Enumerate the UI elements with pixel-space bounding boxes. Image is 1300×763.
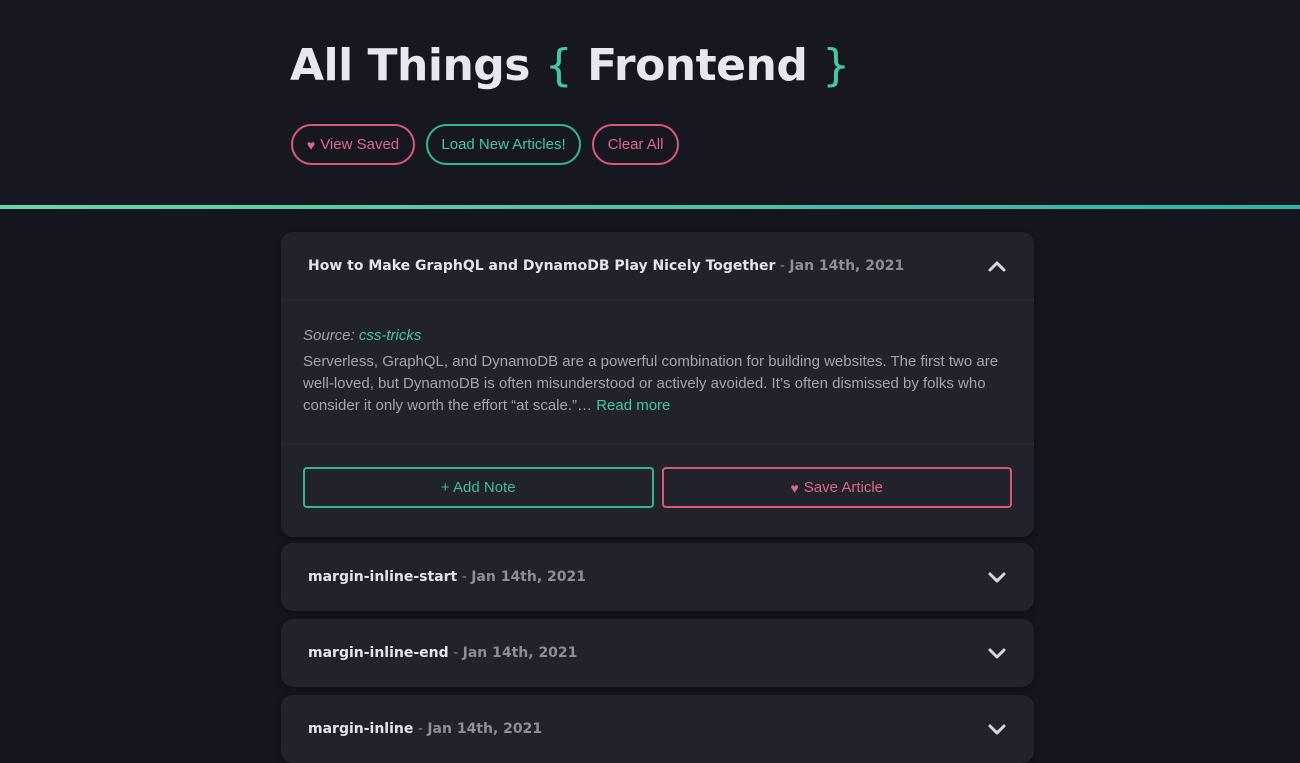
article-description: Serverless, GraphQL, and DynamoDB are a … (303, 351, 1012, 417)
article-heading: margin-inline-end - Jan 14th, 2021 (308, 645, 577, 661)
save-article-label: Save Article (803, 479, 884, 496)
article-date: Jan 14th, 2021 (462, 645, 578, 661)
article-separator: - (448, 645, 463, 661)
title-brace-open: { (544, 40, 573, 91)
chevron-down-icon[interactable] (988, 723, 1006, 735)
article-heading: How to Make GraphQL and DynamoDB Play Ni… (308, 258, 904, 274)
page-header: All Things { Frontend } ♥ View Saved Loa… (0, 0, 1300, 207)
read-more-link[interactable]: Read more (596, 397, 670, 414)
add-note-button[interactable]: + Add Note (303, 467, 654, 508)
title-brace-close: } (822, 40, 850, 91)
article-separator: - (457, 569, 472, 585)
article-header[interactable]: margin-inline-start - Jan 14th, 2021 (281, 543, 1034, 611)
heart-icon: ♥ (306, 136, 316, 153)
article-card: How to Make GraphQL and DynamoDB Play Ni… (281, 232, 1034, 537)
article-separator: - (413, 721, 428, 737)
article-card: margin-inline - Jan 14th, 2021 (281, 695, 1034, 763)
article-header[interactable]: margin-inline - Jan 14th, 2021 (281, 695, 1034, 763)
title-accent: Frontend (587, 40, 808, 91)
view-saved-button[interactable]: ♥ View Saved (291, 124, 415, 165)
chevron-down-icon[interactable] (988, 647, 1006, 659)
article-header[interactable]: margin-inline-end - Jan 14th, 2021 (281, 619, 1034, 687)
article-title: How to Make GraphQL and DynamoDB Play Ni… (308, 258, 776, 274)
load-new-articles-button[interactable]: Load New Articles! (426, 124, 581, 165)
source-label: Source: (303, 327, 355, 344)
article-title: margin-inline-start (308, 569, 458, 585)
title-main: All Things (290, 40, 530, 91)
header-divider (0, 205, 1300, 209)
article-date: Jan 14th, 2021 (427, 721, 543, 737)
clear-all-button[interactable]: Clear All (592, 124, 679, 165)
article-date: Jan 14th, 2021 (789, 258, 905, 274)
page-title: All Things { Frontend } (290, 40, 850, 91)
article-body: Source: css-tricks Serverless, GraphQL, … (281, 300, 1034, 444)
save-article-button[interactable]: ♥ Save Article (661, 467, 1012, 508)
article-card: margin-inline-end - Jan 14th, 2021 (281, 619, 1034, 687)
chevron-down-icon[interactable] (988, 571, 1006, 583)
article-heading: margin-inline-start - Jan 14th, 2021 (308, 569, 586, 585)
article-card: margin-inline-start - Jan 14th, 2021 (281, 543, 1034, 611)
source-link[interactable]: css-tricks (359, 327, 422, 344)
view-saved-label: View Saved (320, 136, 400, 153)
article-title: margin-inline (308, 721, 414, 737)
article-date: Jan 14th, 2021 (471, 569, 586, 585)
article-source: Source: css-tricks (303, 325, 1012, 347)
article-header[interactable]: How to Make GraphQL and DynamoDB Play Ni… (281, 232, 1034, 300)
header-actions: ♥ View Saved Load New Articles! Clear Al… (291, 124, 679, 165)
article-title: margin-inline-end (308, 645, 449, 661)
article-actions: + Add Note ♥ Save Article (281, 444, 1034, 537)
article-heading: margin-inline - Jan 14th, 2021 (308, 721, 542, 737)
article-separator: - (775, 258, 790, 274)
heart-icon: ♥ (790, 479, 799, 496)
chevron-up-icon[interactable] (988, 260, 1006, 272)
